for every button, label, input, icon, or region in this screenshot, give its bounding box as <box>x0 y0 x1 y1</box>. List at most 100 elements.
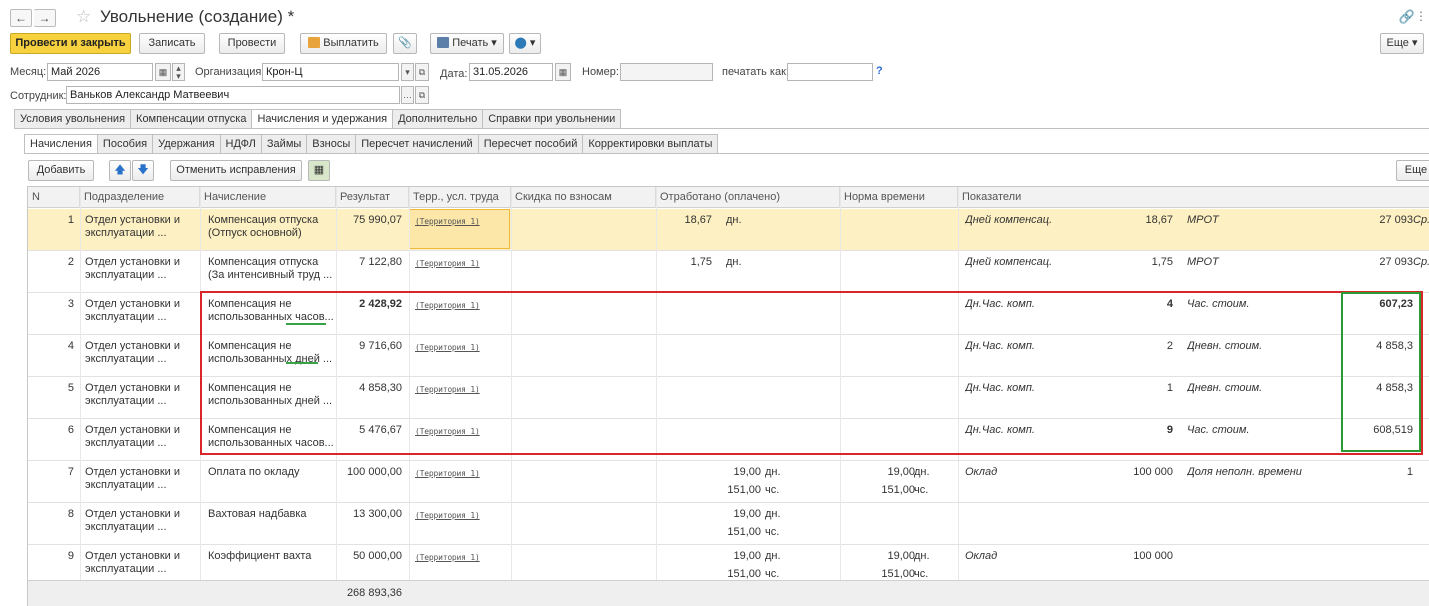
more-menu-icon[interactable]: ⋮ <box>1415 9 1427 23</box>
table-row[interactable]: 7 Отдел установки и эксплуатации ... Оплата… <box>28 461 1429 503</box>
subtab-contributions[interactable]: Взносы <box>306 134 356 154</box>
row-worked-value[interactable]: 18,67 <box>656 214 712 227</box>
col-header-territory[interactable]: Терр., усл. труда <box>409 187 511 208</box>
subtab-accruals[interactable]: Начисления <box>24 134 97 154</box>
col-header-time-norm[interactable]: Норма времени <box>840 187 958 208</box>
row-result[interactable]: 100 000,00 <box>336 466 402 479</box>
post-button[interactable]: Провести <box>219 33 285 54</box>
subtab-recalc-benefits[interactable]: Пересчет пособий <box>477 134 583 154</box>
row-worked-value[interactable]: 151,00 <box>656 484 761 497</box>
print-as-input[interactable] <box>787 63 873 81</box>
employee-label: Сотрудник: <box>10 90 67 102</box>
calendar-icon[interactable]: ▦ <box>155 63 171 81</box>
move-down-arrow-icon[interactable]: 🡇 <box>132 160 154 181</box>
row-accrual-line2[interactable]: (Отпуск основной) <box>208 227 334 240</box>
row-worked-value[interactable]: 1,75 <box>656 256 712 269</box>
row-department-line1: Отдел установки и <box>85 340 180 352</box>
month-stepper[interactable]: ▴ ▾ <box>172 63 185 81</box>
col-header-indicators[interactable]: Показатели <box>958 187 1429 208</box>
row-indicator2-value[interactable]: 27 093 <box>1338 214 1413 227</box>
row-indicator2-value[interactable]: 27 093 <box>1338 256 1413 269</box>
table-more-button[interactable]: Еще <box>1396 160 1429 181</box>
row-territory-link[interactable]: (Территория 1) <box>415 215 507 228</box>
col-header-department[interactable]: Подразделение <box>80 187 200 208</box>
col-header-accrual[interactable]: Начисление <box>200 187 336 208</box>
tab-accruals-deductions[interactable]: Начисления и удержания <box>251 109 393 129</box>
row-number: 4 <box>67 340 74 352</box>
row-indicator1-value[interactable]: 100 000 <box>1108 466 1173 479</box>
row-indicator2-value[interactable]: 1 <box>1338 466 1413 479</box>
row-worked-value[interactable]: 19,00 <box>656 466 761 479</box>
pay-button[interactable]: Выплатить <box>300 33 387 54</box>
help-icon[interactable]: ? <box>876 65 883 77</box>
col-header-n[interactable]: N <box>28 187 80 208</box>
back-button[interactable]: ← <box>10 9 32 27</box>
row-indicator1-value[interactable]: 1,75 <box>1108 256 1173 269</box>
more-button[interactable]: Еще ▾ <box>1380 33 1424 54</box>
organization-input[interactable]: Крон-Ц <box>262 63 399 81</box>
row-territory-link[interactable]: (Территория 1) <box>415 467 507 480</box>
row-accrual-line1[interactable]: Компенсация отпуска <box>208 214 334 227</box>
row-territory-link[interactable]: (Территория 1) <box>415 257 507 270</box>
tab-dismissal-certificates[interactable]: Справки при увольнении <box>482 109 622 129</box>
employee-open-icon[interactable]: ⧉ <box>415 86 429 104</box>
save-button[interactable]: Записать <box>139 33 205 54</box>
tab-vacation-compensation[interactable]: Компенсации отпуска <box>130 109 252 129</box>
date-calendar-icon[interactable]: ▦ <box>555 63 571 81</box>
tab-additional[interactable]: Дополнительно <box>392 109 483 129</box>
row-worked-value[interactable]: 19,00 <box>656 550 761 563</box>
row-department-line1: Отдел установки и <box>85 382 180 394</box>
col-header-worked[interactable]: Отработано (оплачено) <box>656 187 840 208</box>
number-input[interactable] <box>620 63 713 81</box>
row-norm-value[interactable]: 151,00 <box>840 484 915 497</box>
month-input[interactable]: Май 2026 <box>47 63 153 81</box>
row-indicator1-value[interactable]: 100 000 <box>1108 550 1173 563</box>
link-icon[interactable]: 🔗 <box>1399 9 1415 25</box>
table-row[interactable]: 1 Отдел установки и эксплуатации ... Компен… <box>28 209 1429 251</box>
add-row-button[interactable]: Добавить <box>28 160 94 181</box>
underline-days <box>286 362 318 364</box>
print-button[interactable]: Печать ▾ <box>430 33 504 54</box>
employee-select-icon[interactable]: … <box>401 86 414 104</box>
org-open-icon[interactable]: ⧉ <box>415 63 429 81</box>
row-accrual-line1[interactable]: Коэффициент вахта <box>208 550 334 563</box>
row-result[interactable]: 7 122,80 <box>336 256 402 269</box>
row-worked-value[interactable]: 151,00 <box>656 526 761 539</box>
row-territory-link[interactable]: (Территория 1) <box>415 509 507 522</box>
row-result[interactable]: 13 300,00 <box>336 508 402 521</box>
subtab-deductions[interactable]: Удержания <box>152 134 220 154</box>
forward-button[interactable]: → <box>34 9 56 27</box>
cancel-corrections-button[interactable]: Отменить исправления <box>170 160 302 181</box>
favorite-star-icon[interactable]: ☆ <box>76 7 91 27</box>
row-accrual-line1[interactable]: Компенсация отпуска <box>208 256 334 269</box>
attach-button[interactable]: 📎 <box>393 33 417 54</box>
row-accrual-line1[interactable]: Вахтовая надбавка <box>208 508 334 521</box>
col-header-discount[interactable]: Скидка по взносам <box>511 187 656 208</box>
select-columns-icon[interactable]: ▦ <box>308 160 330 181</box>
tab-dismissal-conditions[interactable]: Условия увольнения <box>14 109 131 129</box>
table-row[interactable]: 2 Отдел установки и эксплуатации ... Компен… <box>28 251 1429 293</box>
date-input[interactable]: 31.05.2026 <box>469 63 553 81</box>
row-accrual-line1[interactable]: Оплата по окладу <box>208 466 334 479</box>
subtab-benefits[interactable]: Пособия <box>96 134 153 154</box>
employee-input[interactable]: Ваньков Александр Матвеевич <box>66 86 400 104</box>
table-row[interactable]: 8 Отдел установки и эксплуатации ... Вахтов… <box>28 503 1429 545</box>
subtab-loans[interactable]: Займы <box>260 134 307 154</box>
row-number: 2 <box>67 256 74 268</box>
subtab-recalc-accruals[interactable]: Пересчет начислений <box>355 134 478 154</box>
row-territory-link[interactable]: (Территория 1) <box>415 551 507 564</box>
create-based-on-button[interactable]: ⬤ ▾ <box>509 33 541 54</box>
row-indicator1-value[interactable]: 18,67 <box>1108 214 1173 227</box>
col-header-result[interactable]: Результат <box>336 187 409 208</box>
row-result[interactable]: 75 990,07 <box>336 214 402 227</box>
org-dropdown-icon[interactable]: ▾ <box>401 63 414 81</box>
row-result[interactable]: 50 000,00 <box>336 550 402 563</box>
row-norm-value[interactable]: 19,00 <box>840 550 915 563</box>
row-worked-value[interactable]: 19,00 <box>656 508 761 521</box>
post-and-close-button[interactable]: Провести и закрыть <box>10 33 131 54</box>
row-norm-value[interactable]: 19,00 <box>840 466 915 479</box>
move-up-arrow-icon[interactable]: 🡅 <box>109 160 131 181</box>
subtab-payment-corrections[interactable]: Корректировки выплаты <box>582 134 719 154</box>
row-accrual-line2[interactable]: (За интенсивный труд ... <box>208 269 334 282</box>
subtab-ndfl[interactable]: НДФЛ <box>219 134 261 154</box>
